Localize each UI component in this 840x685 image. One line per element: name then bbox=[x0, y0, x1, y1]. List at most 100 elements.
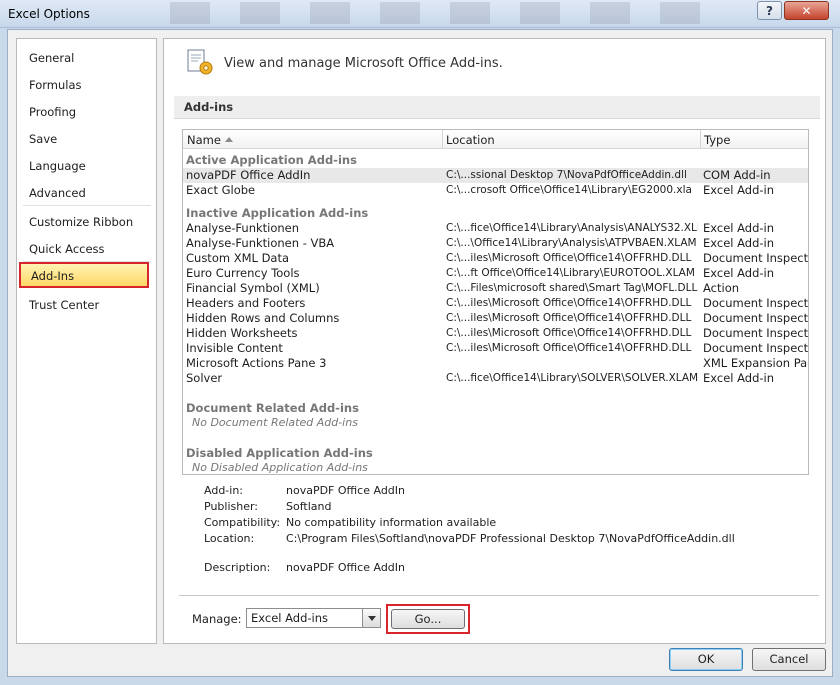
nav-item-proofing[interactable]: Proofing bbox=[23, 101, 148, 123]
row-name: Financial Symbol (XML) bbox=[186, 281, 320, 295]
dropdown-arrow-icon[interactable] bbox=[362, 609, 380, 627]
nav-item-trust-center[interactable]: Trust Center bbox=[23, 294, 148, 316]
row-type: Document Inspector bbox=[703, 341, 809, 355]
background-ribbon bbox=[170, 2, 730, 24]
table-row[interactable]: Euro Currency Tools C:\...ft Office\Offi… bbox=[183, 266, 808, 281]
column-name-label: Name bbox=[187, 133, 221, 147]
list-header: Name Location Type bbox=[183, 130, 808, 149]
row-type: Document Inspector bbox=[703, 296, 809, 310]
go-button[interactable]: Go... bbox=[391, 609, 465, 629]
row-type: COM Add-in bbox=[703, 168, 771, 182]
row-type: XML Expansion Pack bbox=[703, 356, 809, 370]
row-name: Custom XML Data bbox=[186, 251, 290, 265]
row-location: C:\...ft Office\Office14\Library\EUROTOO… bbox=[446, 267, 695, 279]
table-row[interactable]: Hidden Rows and Columns C:\...iles\Micro… bbox=[183, 311, 809, 326]
table-row[interactable]: Custom XML Data C:\...iles\Microsoft Off… bbox=[183, 251, 808, 266]
nav-item-save[interactable]: Save bbox=[23, 128, 148, 150]
detail-compat-value: No compatibility information available bbox=[286, 516, 497, 529]
table-row[interactable]: Financial Symbol (XML) C:\...Files\micro… bbox=[183, 281, 808, 296]
row-location: C:\...iles\Microsoft Office\Office14\OFF… bbox=[446, 252, 692, 264]
row-location: C:\...iles\Microsoft Office\Office14\OFF… bbox=[446, 312, 692, 324]
addins-gear-icon bbox=[187, 49, 213, 75]
nav-item-add-ins[interactable]: Add-Ins bbox=[19, 262, 149, 288]
nav-item-advanced[interactable]: Advanced bbox=[23, 182, 148, 204]
section-header: Add-ins bbox=[174, 96, 820, 119]
row-name: Microsoft Actions Pane 3 bbox=[186, 356, 327, 370]
close-button[interactable]: ✕ bbox=[784, 1, 829, 20]
empty-document: No Document Related Add-ins bbox=[192, 416, 358, 429]
detail-publisher-value: Softland bbox=[286, 500, 332, 513]
detail-addin-label: Add-in: bbox=[204, 484, 243, 497]
addins-panel: View and manage Microsoft Office Add-ins… bbox=[163, 38, 826, 644]
table-row[interactable]: Analyse-Funktionen - VBA C:\...\Office14… bbox=[183, 236, 808, 251]
row-location: C:\...iles\Microsoft Office\Office14\OFF… bbox=[446, 327, 692, 339]
row-name: Analyse-Funktionen bbox=[186, 221, 300, 235]
row-type: Excel Add-in bbox=[703, 371, 775, 385]
title-bar: Excel Options ? ✕ bbox=[0, 0, 840, 28]
row-type: Document Inspector bbox=[703, 326, 809, 340]
detail-compat-label: Compatibility: bbox=[204, 516, 281, 529]
addins-list[interactable]: Name Location Type Active Application Ad… bbox=[182, 129, 809, 475]
table-row[interactable]: Headers and Footers C:\...iles\Microsoft… bbox=[183, 296, 809, 311]
table-row[interactable]: Analyse-Funktionen C:\...fice\Office14\L… bbox=[183, 221, 808, 236]
nav-item-general[interactable]: General bbox=[23, 47, 148, 69]
nav-item-customize-ribbon[interactable]: Customize Ribbon bbox=[23, 211, 148, 233]
row-type: Excel Add-in bbox=[703, 221, 775, 235]
column-header-type[interactable]: Type bbox=[704, 133, 730, 147]
window-title: Excel Options bbox=[8, 7, 90, 21]
dialog-client: General Formulas Proofing Save Language … bbox=[7, 29, 833, 677]
manage-select[interactable]: Excel Add-ins bbox=[246, 608, 381, 628]
cancel-button[interactable]: Cancel bbox=[752, 648, 826, 671]
column-header-location[interactable]: Location bbox=[446, 133, 495, 147]
row-name: Headers and Footers bbox=[186, 296, 306, 310]
group-disabled: Disabled Application Add-ins bbox=[186, 446, 373, 460]
group-document: Document Related Add-ins bbox=[186, 401, 359, 415]
row-location: C:\...fice\Office14\Library\SOLVER\SOLVE… bbox=[446, 372, 698, 384]
row-location: C:\...fice\Office14\Library\Analysis\ANA… bbox=[446, 222, 698, 234]
nav-item-language[interactable]: Language bbox=[23, 155, 148, 177]
detail-location-label: Location: bbox=[204, 532, 255, 545]
row-name: Exact Globe bbox=[186, 183, 256, 197]
page-title: View and manage Microsoft Office Add-ins… bbox=[224, 56, 503, 71]
divider bbox=[179, 595, 819, 596]
row-type: Excel Add-in bbox=[703, 236, 775, 250]
group-inactive: Inactive Application Add-ins bbox=[186, 206, 369, 220]
group-active: Active Application Add-ins bbox=[186, 153, 357, 167]
nav-divider bbox=[23, 205, 151, 206]
column-divider[interactable] bbox=[700, 130, 701, 149]
row-type: Action bbox=[703, 281, 740, 295]
row-location: C:\...iles\Microsoft Office\Office14\OFF… bbox=[446, 297, 692, 309]
row-type: Document Inspector bbox=[703, 311, 809, 325]
row-name: novaPDF Office AddIn bbox=[186, 168, 311, 182]
go-button-highlight: Go... bbox=[386, 604, 470, 634]
help-button[interactable]: ? bbox=[757, 1, 782, 20]
row-name: Invisible Content bbox=[186, 341, 283, 355]
row-name: Hidden Rows and Columns bbox=[186, 311, 340, 325]
nav-item-formulas[interactable]: Formulas bbox=[23, 74, 148, 96]
row-location: C:\...ssional Desktop 7\NovaPdfOfficeAdd… bbox=[446, 169, 687, 181]
table-row[interactable]: Solver C:\...fice\Office14\Library\SOLVE… bbox=[183, 371, 808, 386]
row-location: C:\...crosoft Office\Office14\Library\EG… bbox=[446, 184, 692, 196]
manage-label: Manage: bbox=[192, 612, 242, 626]
column-divider[interactable] bbox=[442, 130, 443, 149]
table-row[interactable]: Invisible Content C:\...iles\Microsoft O… bbox=[183, 341, 809, 356]
sort-ascending-icon bbox=[224, 137, 233, 142]
column-header-name[interactable]: Name bbox=[187, 133, 233, 147]
table-row[interactable]: Hidden Worksheets C:\...iles\Microsoft O… bbox=[183, 326, 809, 341]
detail-addin-value: novaPDF Office AddIn bbox=[286, 484, 405, 497]
nav-item-quick-access-toolbar[interactable]: Quick Access Toolbar bbox=[23, 238, 148, 278]
detail-publisher-label: Publisher: bbox=[204, 500, 259, 513]
row-name: Analyse-Funktionen - VBA bbox=[186, 236, 335, 250]
row-location: C:\...Files\microsoft shared\Smart Tag\M… bbox=[446, 282, 698, 294]
table-row[interactable]: Microsoft Actions Pane 3 XML Expansion P… bbox=[183, 356, 809, 371]
table-row[interactable]: Exact Globe C:\...crosoft Office\Office1… bbox=[183, 183, 808, 198]
detail-desc-label: Description: bbox=[204, 561, 271, 574]
ok-button[interactable]: OK bbox=[669, 648, 743, 671]
row-type: Excel Add-in bbox=[703, 266, 775, 280]
section-title: Add-ins bbox=[184, 100, 234, 114]
empty-disabled: No Disabled Application Add-ins bbox=[192, 461, 368, 474]
detail-location-value: C:\Program Files\Softland\novaPDF Profes… bbox=[286, 532, 735, 545]
row-name: Hidden Worksheets bbox=[186, 326, 298, 340]
row-name: Euro Currency Tools bbox=[186, 266, 300, 280]
table-row[interactable]: novaPDF Office AddIn C:\...ssional Deskt… bbox=[183, 168, 808, 183]
